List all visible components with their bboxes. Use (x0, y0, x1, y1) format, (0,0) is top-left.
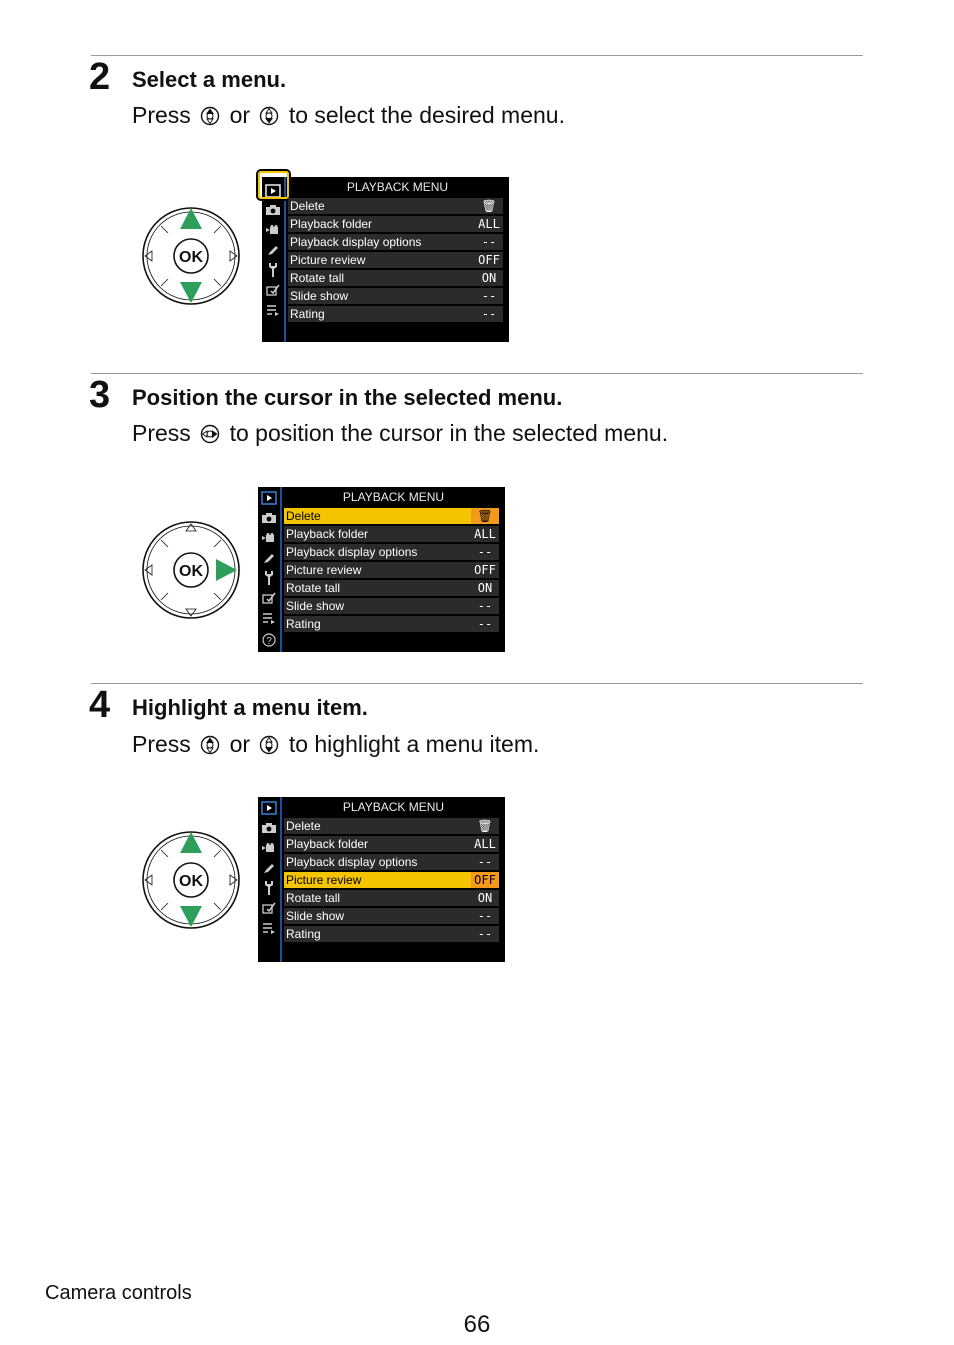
press-text: Press (132, 420, 191, 446)
menu-item-delete[interactable]: Delete 🗑 (284, 508, 499, 526)
menu-sidebar: ? (258, 487, 282, 652)
instruction-text: to select the desired menu. (288, 102, 565, 128)
custom-settings-tab-icon[interactable] (261, 861, 277, 875)
menu-item-picture-review[interactable]: Picture review OFF (284, 562, 499, 580)
menu-item-playback-folder[interactable]: Playback folder ALL (284, 526, 499, 544)
menu-title: PLAYBACK MENU (342, 800, 445, 814)
step-4-title: Highlight a menu item. (132, 695, 368, 720)
menu-item-rotate-tall[interactable]: Rotate tall ON (284, 890, 499, 908)
menu-item-rotate-tall[interactable]: Rotate tall ON (284, 580, 499, 598)
step-2-rule (91, 55, 863, 56)
menu-item-playback-folder[interactable]: Playback folder ALL (284, 836, 499, 854)
movie-tab-icon[interactable] (265, 223, 281, 237)
step-4-rule (91, 683, 863, 684)
step-2-title: Select a menu. (132, 67, 287, 92)
menu-item-delete[interactable]: Delete 🗑 (284, 818, 499, 836)
step-3-rule (91, 373, 863, 374)
retouch-tab-icon[interactable] (261, 901, 277, 915)
multi-selector-down-icon (260, 106, 279, 126)
menu-item-playback-display-options[interactable]: Playback display options -- (284, 544, 499, 562)
my-menu-tab-icon[interactable] (261, 611, 277, 625)
menu-sidebar (258, 797, 282, 962)
playback-menu-screen-1: PLAYBACK MENU Delete 🗑 Playback folder ALL… (258, 171, 509, 342)
playback-menu-screen-2: ? PLAYBACK MENU Delete 🗑 Playback folder A… (258, 487, 505, 652)
my-menu-tab-icon[interactable] (261, 921, 277, 935)
multi-selector-right-icon (200, 424, 220, 444)
ok-button-label: OK (179, 873, 203, 890)
menu-item-slide-show[interactable]: Slide show -- (284, 908, 499, 926)
menu-item-playback-display-options[interactable]: Playback display options -- (284, 854, 499, 872)
retouch-tab-icon[interactable] (261, 591, 277, 605)
active-tab-highlight-box (258, 171, 289, 199)
menu-item-rating[interactable]: Rating -- (284, 926, 499, 944)
menu-item-playback-folder[interactable]: Playback folder ALL (288, 216, 503, 234)
trash-icon: 🗑 (471, 508, 499, 524)
multi-selector-dial: OK (142, 521, 240, 619)
camera-tab-icon[interactable] (265, 203, 281, 217)
playback-menu-screen-3: PLAYBACK MENU Delete 🗑 Playback folder ALL… (258, 797, 505, 962)
menu-title: PLAYBACK MENU (346, 180, 449, 194)
multi-selector-up-icon (200, 106, 220, 126)
instruction-text: to highlight a menu item. (288, 731, 540, 757)
menu-sidebar (262, 177, 286, 342)
trash-icon: 🗑 (475, 198, 503, 214)
setup-tab-icon[interactable] (261, 571, 277, 585)
multi-selector-up-icon (200, 735, 220, 755)
menu-item-picture-review[interactable]: Picture review OFF (288, 252, 503, 270)
camera-tab-icon[interactable] (261, 511, 277, 525)
multi-selector-down-icon (260, 735, 279, 755)
retouch-tab-icon[interactable] (265, 283, 281, 297)
playback-tab-icon[interactable] (261, 801, 277, 815)
press-text: Press (132, 102, 191, 128)
help-icon[interactable]: ? (261, 633, 277, 647)
step-4-instruction: Press or to highlight a menu item. (132, 731, 540, 757)
step-3-title: Position the cursor in the selected menu… (132, 385, 563, 410)
menu-title: PLAYBACK MENU (342, 490, 445, 504)
instruction-text: to position the cursor in the selected m… (229, 420, 669, 446)
custom-settings-tab-icon[interactable] (261, 551, 277, 565)
custom-settings-tab-icon[interactable] (265, 243, 281, 257)
menu-item-slide-show[interactable]: Slide show -- (288, 288, 503, 306)
menu-item-rating[interactable]: Rating -- (284, 616, 499, 634)
ok-button-label: OK (179, 563, 203, 580)
menu-item-rating[interactable]: Rating -- (288, 306, 503, 324)
menu-item-playback-display-options[interactable]: Playback display options -- (288, 234, 503, 252)
ok-button-label: OK (179, 249, 203, 266)
step-3-instruction: Press to position the cursor in the sele… (132, 420, 669, 446)
movie-tab-icon[interactable] (261, 531, 277, 545)
step-2-number: 2 (89, 56, 111, 98)
step-2-instruction: Press or to select the desired menu. (132, 102, 565, 128)
menu-item-rotate-tall[interactable]: Rotate tall ON (288, 270, 503, 288)
setup-tab-icon[interactable] (265, 263, 281, 277)
menu-item-slide-show[interactable]: Slide show -- (284, 598, 499, 616)
playback-tab-icon[interactable] (261, 491, 277, 505)
page-number: 66 (463, 1311, 491, 1338)
menu-item-delete[interactable]: Delete 🗑 (288, 198, 503, 216)
svg-text:?: ? (266, 636, 272, 647)
camera-tab-icon[interactable] (261, 821, 277, 835)
menu-item-picture-review[interactable]: Picture review OFF (284, 872, 499, 890)
movie-tab-icon[interactable] (261, 841, 277, 855)
my-menu-tab-icon[interactable] (265, 303, 281, 317)
multi-selector-dial: OK (142, 207, 240, 305)
setup-tab-icon[interactable] (261, 881, 277, 895)
step-3-number: 3 (89, 374, 111, 416)
step-4-number: 4 (89, 684, 111, 726)
trash-icon: 🗑 (471, 818, 499, 834)
or-text: or (229, 102, 251, 128)
press-text: Press (132, 731, 191, 757)
or-text: or (229, 731, 251, 757)
footer-section-label: Camera controls (45, 1282, 192, 1304)
multi-selector-dial: OK (142, 831, 240, 929)
